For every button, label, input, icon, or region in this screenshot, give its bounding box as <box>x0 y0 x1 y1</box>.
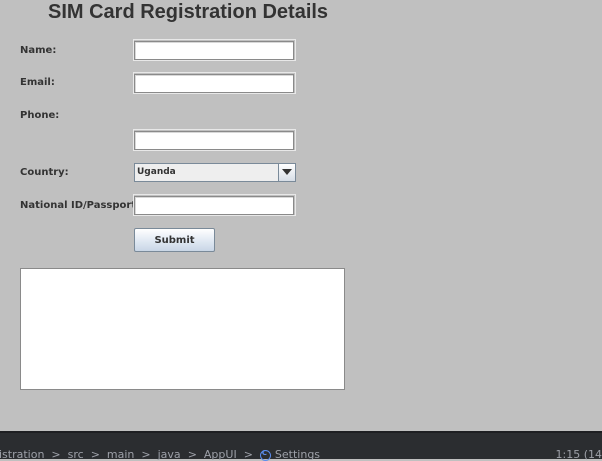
country-select[interactable]: Uganda <box>134 163 296 182</box>
breadcrumb-item-appui[interactable]: AppUI <box>204 448 237 461</box>
breadcrumb-item-project[interactable]: gistration <box>0 448 44 461</box>
name-input[interactable] <box>134 41 294 60</box>
national-id-label: National ID/Passport: <box>20 200 140 211</box>
name-label: Name: <box>20 45 56 56</box>
ide-status-bar: gistration > src > main > java > AppUI >… <box>0 431 602 459</box>
email-input[interactable] <box>134 74 294 93</box>
breadcrumb-item-java[interactable]: java <box>158 448 181 461</box>
country-label: Country: <box>20 167 69 178</box>
phone-label: Phone: <box>20 110 59 121</box>
output-text-area[interactable] <box>20 268 345 390</box>
breadcrumb-separator: > <box>188 448 197 461</box>
breadcrumb-separator: > <box>51 448 60 461</box>
breadcrumb-item-src[interactable]: src <box>68 448 84 461</box>
breadcrumb: gistration > src > main > java > AppUI >… <box>0 448 320 461</box>
country-selected-value: Uganda <box>137 167 176 177</box>
breadcrumb-separator: > <box>91 448 100 461</box>
breadcrumb-item-main[interactable]: main <box>107 448 134 461</box>
phone-input[interactable] <box>134 131 294 150</box>
national-id-input[interactable] <box>134 196 294 215</box>
breadcrumb-separator: > <box>244 448 253 461</box>
breadcrumb-separator: > <box>141 448 150 461</box>
submit-button[interactable]: Submit <box>134 228 215 252</box>
class-icon <box>260 450 271 461</box>
breadcrumb-item-settings[interactable]: Settings <box>275 448 320 461</box>
cursor-position[interactable]: 1:15 (14 <box>556 448 602 461</box>
registration-window: SIM Card Registration Details Name: Emai… <box>0 0 602 431</box>
chevron-down-icon[interactable] <box>278 164 295 181</box>
page-title: SIM Card Registration Details <box>48 0 328 24</box>
email-label: Email: <box>20 77 55 88</box>
